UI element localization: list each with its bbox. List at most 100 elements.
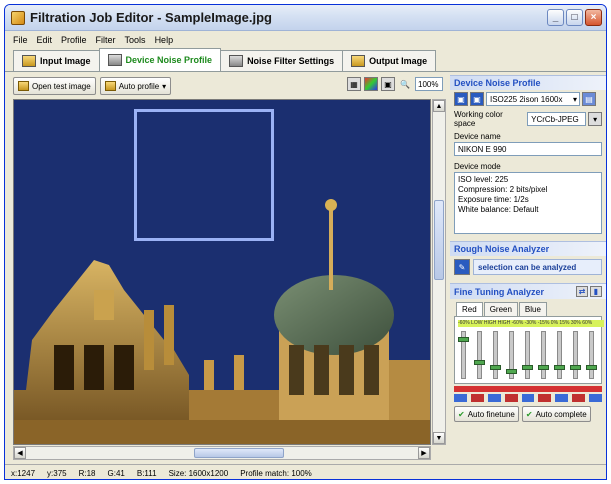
slider-track[interactable]: [573, 331, 578, 379]
status-x: x:1247: [11, 468, 36, 478]
fine-tuning-analyzer-panel: Fine Tuning Analyzer ⇄ ▮ Red Green Blue …: [450, 283, 606, 422]
working-space-select[interactable]: YCrCb-JPEG: [527, 112, 587, 126]
check-icon: ✔: [525, 409, 533, 419]
scroll-down-icon[interactable]: ▼: [433, 432, 445, 444]
status-y: y:375: [47, 468, 67, 478]
zoom-icon[interactable]: 🔍: [398, 77, 412, 91]
chevron-down-icon: ▾: [572, 94, 577, 104]
device-mode-text[interactable]: ISO level: 225 Compression: 2 bits/pixel…: [454, 172, 602, 234]
tab-device-noise-profile[interactable]: Device Noise Profile: [98, 48, 222, 71]
menu-bar: File Edit Profile Filter Tools Help: [5, 32, 606, 47]
tab-output-image[interactable]: Output Image: [342, 50, 437, 71]
rough-header: Rough Noise Analyzer: [450, 241, 606, 256]
status-r: R:18: [78, 468, 96, 478]
scroll-up-icon[interactable]: ▲: [433, 100, 445, 112]
vertical-scroll-thumb[interactable]: [434, 200, 444, 280]
rough-status-message: selection can be analyzed: [473, 259, 602, 275]
image-toolbar: Open test image Auto profile ▾ ▦ ▣ 🔍 100%: [13, 75, 445, 97]
analyze-icon[interactable]: ✎: [454, 259, 470, 275]
slider-knob[interactable]: [458, 337, 469, 343]
scroll-right-icon[interactable]: ▶: [418, 447, 430, 459]
slider-track[interactable]: [557, 331, 562, 379]
link-icon[interactable]: ⇄: [576, 286, 588, 297]
slider-knob[interactable]: [538, 365, 549, 371]
tab-green[interactable]: Green: [483, 302, 518, 316]
auto-finetune-button[interactable]: ✔ Auto finetune: [454, 406, 519, 422]
status-profile-match: Profile match: 100%: [240, 468, 312, 478]
slider-track[interactable]: [589, 331, 594, 379]
zoom-field[interactable]: 100%: [415, 77, 443, 91]
rough-noise-analyzer-panel: Rough Noise Analyzer ✎ selection can be …: [450, 241, 606, 278]
channel-chip: [504, 394, 518, 402]
menu-file[interactable]: File: [13, 35, 28, 45]
slider-track[interactable]: [477, 331, 482, 379]
trash-icon[interactable]: ▮: [590, 286, 602, 297]
output-icon: [351, 55, 366, 67]
tab-red[interactable]: Red: [456, 302, 483, 316]
close-button[interactable]: ×: [585, 9, 602, 26]
channel-chip: [454, 394, 467, 402]
auto-complete-button[interactable]: ✔ Auto complete: [521, 406, 591, 422]
slider-knob[interactable]: [586, 365, 597, 371]
channel-color-bar: [454, 386, 602, 392]
horizontal-scrollbar[interactable]: ◀ ▶: [13, 446, 431, 460]
auto-profile-button[interactable]: Auto profile ▾: [99, 77, 172, 95]
slider-track[interactable]: [525, 331, 530, 379]
channel-chip: [555, 394, 569, 402]
save-profile-icon[interactable]: ▣: [454, 92, 468, 106]
menu-help[interactable]: Help: [155, 35, 174, 45]
horizontal-scroll-thumb[interactable]: [194, 448, 284, 458]
profile-tool-icon[interactable]: ▤: [582, 92, 596, 106]
slider-knob[interactable]: [506, 368, 517, 374]
load-profile-icon[interactable]: ▣: [470, 92, 484, 106]
color-channels-icon[interactable]: [364, 77, 378, 91]
device-icon: [107, 54, 122, 66]
wand-icon: [104, 81, 116, 91]
profile-header: Device Noise Profile: [450, 75, 606, 90]
filter-icon: [229, 55, 244, 67]
channel-chip: [589, 394, 603, 402]
profile-select[interactable]: ISO225 2ison 1600x ▾: [486, 92, 580, 106]
tab-noise-filter-settings[interactable]: Noise Filter Settings: [220, 50, 344, 71]
fine-header: Fine Tuning Analyzer: [454, 286, 545, 297]
tab-blue[interactable]: Blue: [518, 302, 547, 316]
slider-knob[interactable]: [490, 364, 501, 370]
tab-input-image[interactable]: Input Image: [13, 50, 100, 71]
window-title: Filtration Job Editor - SampleImage.jpg: [30, 10, 272, 25]
strength-scale-strip: -60% LOW HIGH HIGH -60% -30% -15% 0% 15%…: [458, 320, 604, 327]
image-canvas[interactable]: [13, 99, 431, 445]
maximize-button[interactable]: □: [566, 9, 583, 26]
menu-edit[interactable]: Edit: [37, 35, 53, 45]
slider-track[interactable]: [541, 331, 546, 379]
device-name-label: Device name: [454, 132, 501, 141]
dropdown-arrow-icon[interactable]: ▾: [588, 112, 602, 126]
slider-track[interactable]: [493, 331, 498, 379]
status-bar: x:1247 y:375 R:18 G:41 B:111 Size: 1600x…: [5, 464, 606, 479]
app-window: Filtration Job Editor - SampleImage.jpg …: [4, 4, 607, 480]
working-space-label: Working color space: [454, 110, 503, 128]
grid-view-icon[interactable]: ▦: [347, 77, 361, 91]
menu-filter[interactable]: Filter: [96, 35, 116, 45]
app-icon: [11, 10, 25, 25]
slider-knob[interactable]: [570, 365, 581, 371]
select-tool-icon[interactable]: ▣: [381, 77, 395, 91]
minimize-button[interactable]: _: [547, 9, 564, 26]
slider-knob[interactable]: [522, 365, 533, 371]
selection-rectangle[interactable]: [134, 109, 274, 241]
channel-chip: [572, 394, 586, 402]
scroll-left-icon[interactable]: ◀: [14, 447, 26, 459]
slider-knob[interactable]: [474, 360, 485, 366]
menu-tools[interactable]: Tools: [125, 35, 146, 45]
open-test-image-button[interactable]: Open test image: [13, 77, 96, 95]
device-mode-label: Device mode: [454, 162, 501, 171]
fine-header-bar: Fine Tuning Analyzer ⇄ ▮: [450, 283, 606, 299]
slider-knob[interactable]: [554, 365, 565, 371]
device-name-field[interactable]: NIKON E 990: [454, 142, 602, 156]
vertical-scrollbar[interactable]: ▲ ▼: [432, 99, 446, 445]
check-icon: ✔: [458, 409, 465, 419]
channel-chip: [470, 394, 484, 402]
dropdown-arrow-icon[interactable]: ▾: [162, 82, 166, 91]
channel-chip: [521, 394, 535, 402]
channel-chips: [454, 394, 603, 402]
menu-profile[interactable]: Profile: [61, 35, 87, 45]
